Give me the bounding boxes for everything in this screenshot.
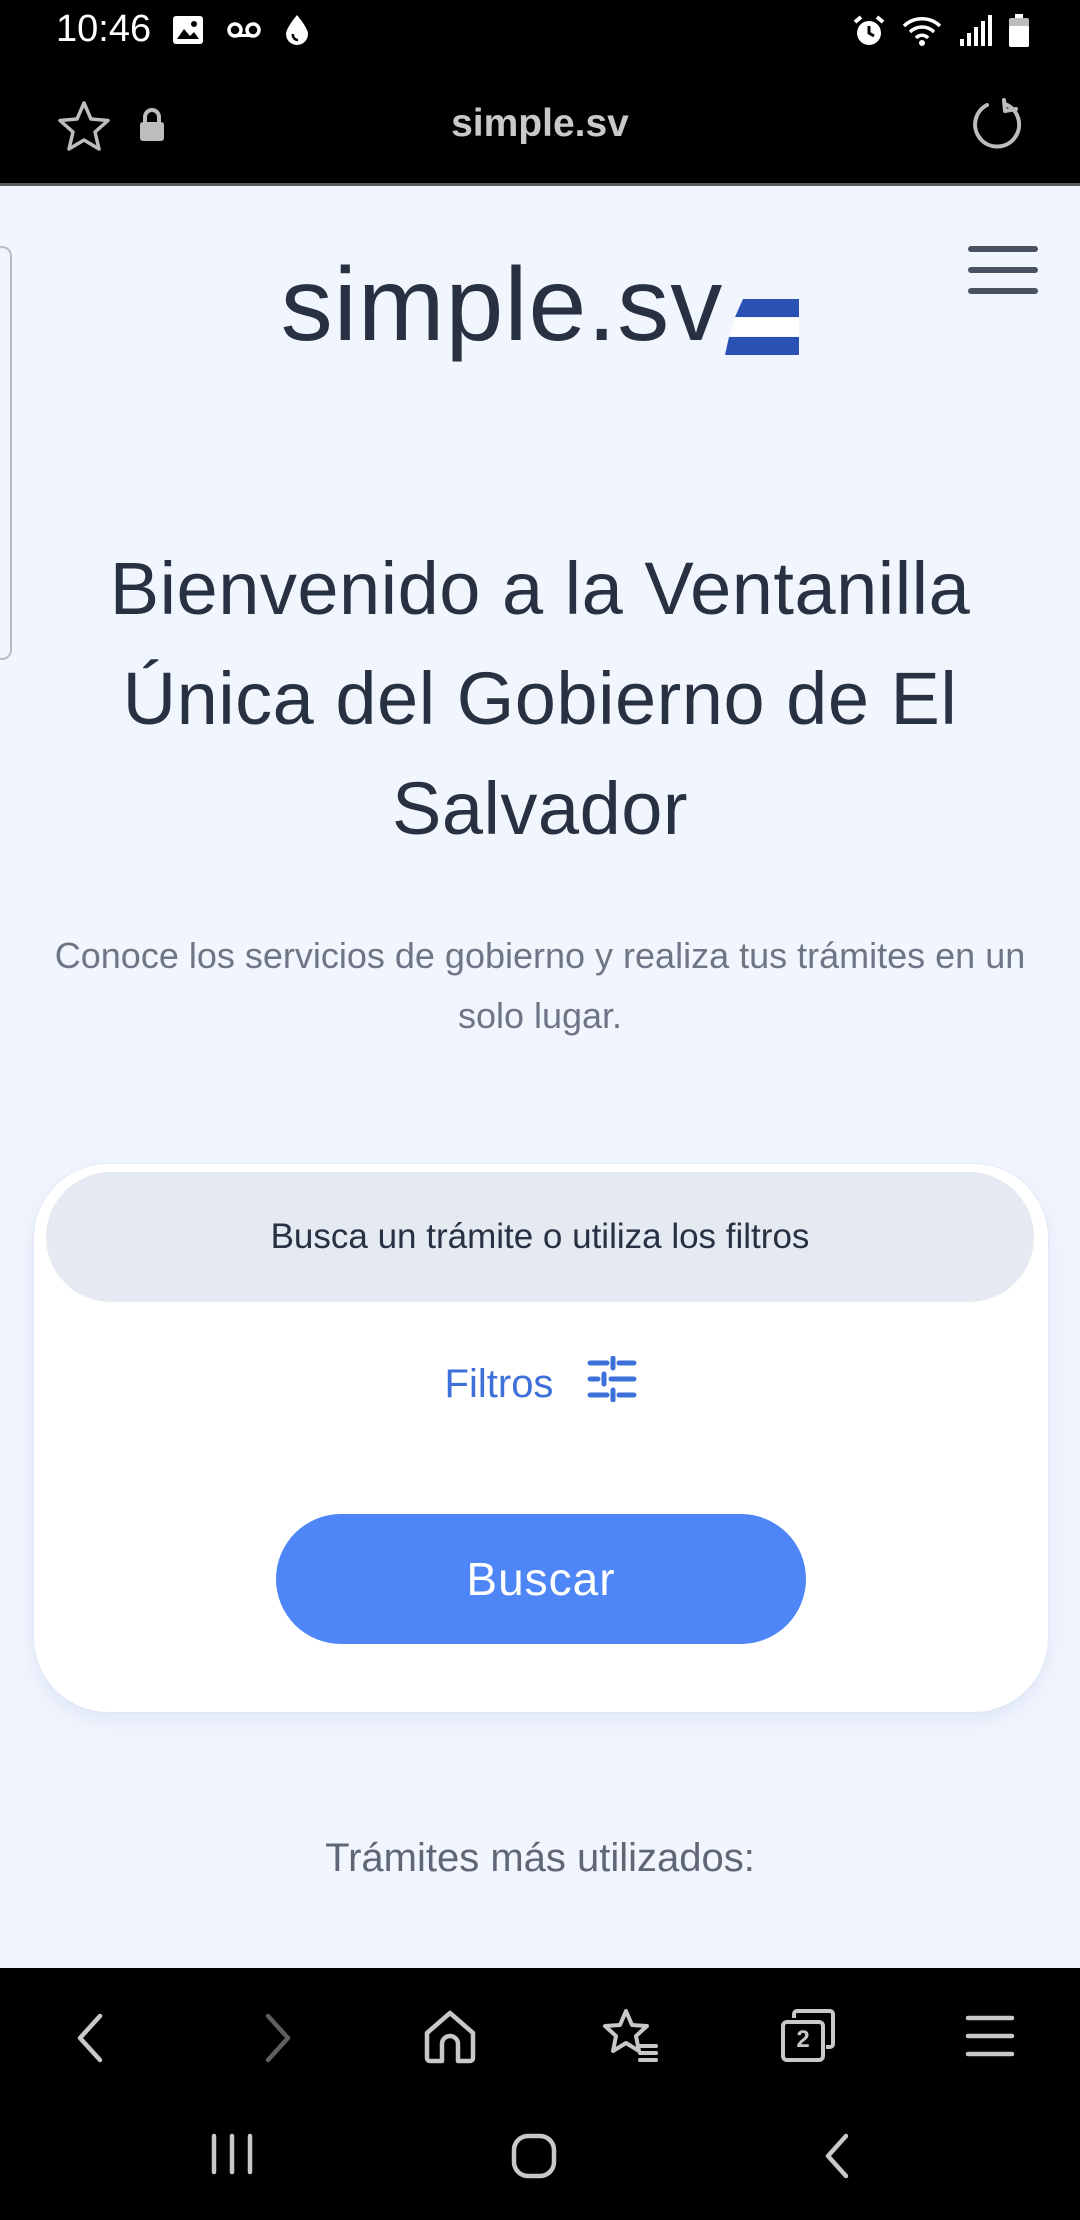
browser-bottom-toolbar: 2 [0,1968,1080,2096]
recents-icon[interactable] [208,2132,256,2181]
alarm-icon [852,14,886,48]
filter-sliders-icon [587,1355,637,1412]
image-icon [172,15,204,45]
browser-address-bar: simple.sv [0,64,1080,186]
filters-label: Filtros [444,1361,554,1406]
reload-icon[interactable] [970,98,1024,157]
url-text[interactable]: simple.sv [0,102,1080,146]
home-icon[interactable] [422,2008,482,2068]
hamburger-menu-icon[interactable] [968,246,1038,302]
search-input[interactable] [46,1172,1034,1302]
status-left-icons [172,14,310,46]
flag-icon [725,268,800,372]
back-icon[interactable] [62,2008,122,2068]
drop-icon [284,14,310,46]
battery-icon [1008,14,1030,48]
page-viewport: simple.sv Bienvenido a la Ventanilla Úni… [0,186,1080,1968]
status-time: 10:46 [56,8,152,50]
home-circle-icon[interactable] [510,2132,558,2185]
most-used-heading: Trámites más utilizados: [325,1836,755,1880]
menu-icon[interactable] [962,2008,1022,2068]
voicemail-icon [226,20,262,40]
wifi-icon [902,15,942,47]
status-bar: 10:46 [0,0,1080,64]
hero-title: Bienvenido a la Ventanilla Única del Gob… [109,547,971,850]
tabs-count: 2 [796,2026,810,2053]
logo-text: simple.sv [280,247,724,363]
back-chevron-icon[interactable] [816,2132,860,2185]
search-card: Filtros Buscar [34,1164,1048,1712]
system-navigation-bar [0,2096,1080,2220]
forward-icon[interactable] [246,2008,306,2068]
signal-icon [958,15,992,47]
status-right-icons [852,14,1030,48]
hero-subtitle: Conoce los servicios de gobierno y reali… [54,935,1026,1036]
search-button[interactable]: Buscar [276,1514,806,1644]
tabs-icon[interactable]: 2 [780,2008,840,2068]
filters-button[interactable]: Filtros [34,1344,1048,1424]
bookmarks-icon[interactable] [600,2008,660,2068]
site-logo[interactable]: simple.sv [0,238,1080,372]
